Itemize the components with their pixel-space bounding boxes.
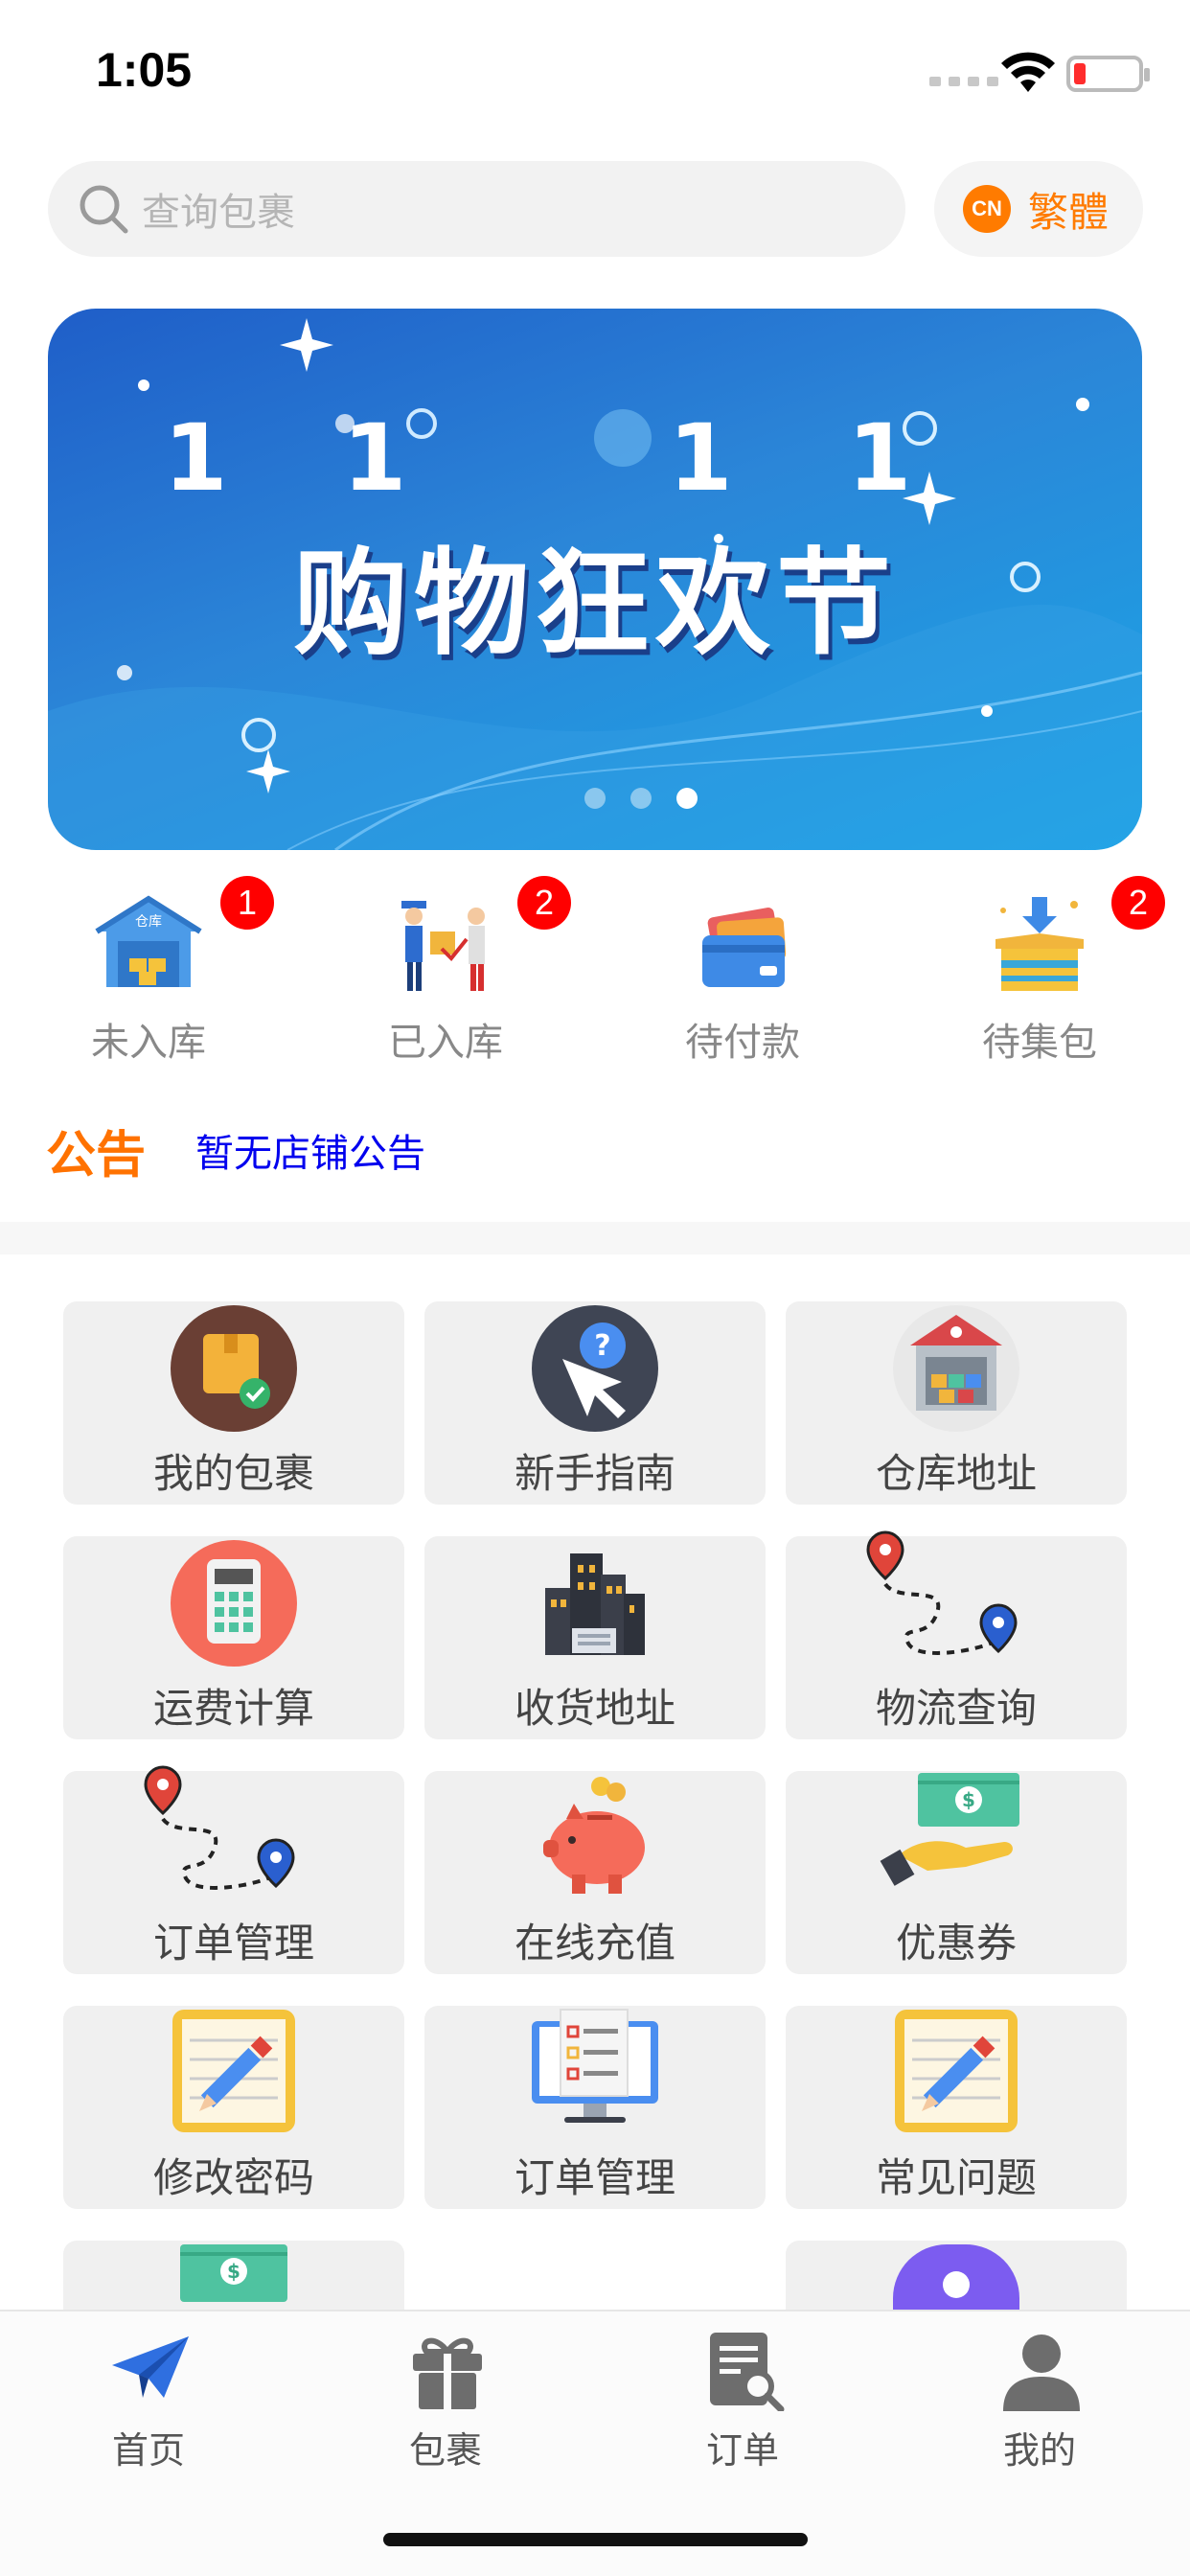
search-icon xyxy=(80,185,128,234)
grid-item-label: 优惠券 xyxy=(895,1920,1017,1966)
grid-item-beginner-guide[interactable]: ? 新手指南 xyxy=(424,1301,766,1505)
grid-item-label: 修改密码 xyxy=(152,2154,314,2201)
status-badge: 1 xyxy=(220,876,274,930)
search-placeholder: 查询包裹 xyxy=(142,191,295,235)
status-item-pending-payment[interactable]: 待付款 xyxy=(594,862,891,1083)
status-item-not-stored[interactable]: 仓库 1 未入库 xyxy=(0,862,297,1083)
grid-item-partial-purple[interactable] xyxy=(786,2241,1127,2310)
grid-item-label: 订单管理 xyxy=(152,1920,314,1966)
grid-item-label: 新手指南 xyxy=(514,1450,675,1497)
grid-item-logistics-tracking[interactable]: 物流查询 xyxy=(786,1530,1127,1739)
grid-item-online-recharge[interactable]: 在线充值 xyxy=(424,1771,766,1974)
notepad-pencil-icon xyxy=(172,2010,295,2132)
tab-orders[interactable]: 订单 xyxy=(594,2321,891,2484)
grid-item-shipping-address[interactable]: 收货地址 xyxy=(424,1536,766,1739)
grid-item-label: 在线充值 xyxy=(514,1920,675,1966)
banner-numbers: 11 11 xyxy=(163,404,1027,512)
piggy-bank-icon xyxy=(543,1777,645,1894)
home-indicator xyxy=(383,2533,808,2546)
svg-text:$: $ xyxy=(962,1788,975,1811)
language-label: 繁體 xyxy=(1028,188,1110,236)
grid-item-label: 常见问题 xyxy=(875,2154,1037,2201)
feature-grid: 我的包裹 ? 新手指南 仓库地址 运费计算 收货地址 物流查询 订单管理 在线充… xyxy=(63,1301,1127,2310)
city-building-icon xyxy=(545,1553,645,1655)
gift-icon xyxy=(413,2337,482,2409)
grid-item-warehouse-address[interactable]: 仓库地址 xyxy=(786,1301,1127,1505)
status-label: 未入库 xyxy=(91,1021,206,1065)
status-label: 已入库 xyxy=(388,1021,503,1065)
grid-item-order-management-2[interactable]: 订单管理 xyxy=(424,2006,766,2209)
grid-item-label: 仓库地址 xyxy=(875,1450,1037,1497)
status-item-stored[interactable]: 2 已入库 xyxy=(297,862,594,1083)
status-label: 待集包 xyxy=(982,1021,1097,1065)
svg-text:仓库: 仓库 xyxy=(135,914,162,930)
status-time: 1:05 xyxy=(96,43,193,97)
status-badge: 2 xyxy=(517,876,571,930)
parcel-check-icon xyxy=(171,1305,297,1432)
search-input[interactable]: 查询包裹 xyxy=(48,161,905,257)
section-divider xyxy=(0,1222,1190,1254)
banner-pagination xyxy=(584,788,698,809)
order-status-row: 仓库 1 未入库 2 已入库 待付款 2 待集包 xyxy=(0,862,1190,1083)
grid-item-label: 物流查询 xyxy=(875,1685,1037,1732)
grid-item-faq[interactable]: 常见问题 xyxy=(786,2006,1127,2209)
monitor-list-icon xyxy=(532,2009,658,2123)
language-switch-button[interactable]: CN 繁體 xyxy=(934,161,1143,257)
banner-dot[interactable] xyxy=(584,788,606,809)
status-item-pending-consolidation[interactable]: 2 待集包 xyxy=(891,862,1188,1083)
notice-text[interactable]: 暂无店铺公告 xyxy=(195,1122,425,1178)
card-wallet-icon xyxy=(702,908,787,987)
tab-label: 订单 xyxy=(705,2429,779,2472)
signal-icon xyxy=(929,77,998,86)
notice-bar[interactable]: 公告 暂无店铺公告 xyxy=(46,1116,425,1184)
battery-icon xyxy=(1066,56,1150,92)
document-search-icon xyxy=(710,2333,785,2411)
hand-cash-icon: $ xyxy=(880,1773,1019,1886)
calculator-icon xyxy=(171,1540,297,1667)
help-cursor-icon: ? xyxy=(532,1305,658,1432)
status-bar: 1:05 xyxy=(0,0,1190,144)
status-label: 待付款 xyxy=(685,1021,800,1065)
grid-item-order-management[interactable]: 订单管理 xyxy=(63,1765,404,1974)
wifi-icon xyxy=(1001,52,1055,92)
grid-item-change-password[interactable]: 修改密码 xyxy=(63,2006,404,2209)
svg-text:?: ? xyxy=(594,1329,610,1363)
warehouse-icon: 仓库 xyxy=(95,895,202,987)
grid-item-label: 订单管理 xyxy=(514,2154,675,2201)
status-badge: 2 xyxy=(1111,876,1165,930)
tab-home[interactable]: 首页 xyxy=(0,2321,297,2484)
money-bag-icon xyxy=(893,2244,1019,2310)
delivery-icon xyxy=(401,901,485,991)
cash-icon: $ xyxy=(180,2244,287,2302)
tab-parcels[interactable]: 包裹 xyxy=(297,2321,594,2484)
box-download-icon xyxy=(995,897,1084,991)
warehouse-building-icon xyxy=(893,1305,1019,1432)
notepad-pencil-icon xyxy=(895,2010,1018,2132)
banner-dot[interactable] xyxy=(630,788,652,809)
grid-item-coupons[interactable]: $ 优惠券 xyxy=(786,1771,1127,1974)
route-pins-icon xyxy=(866,1530,1018,1655)
user-icon xyxy=(1003,2334,1080,2411)
grid-item-my-parcels[interactable]: 我的包裹 xyxy=(63,1301,404,1505)
route-pins-icon xyxy=(144,1765,295,1890)
tab-label: 首页 xyxy=(111,2429,185,2472)
notice-title: 公告 xyxy=(46,1126,147,1184)
tab-label: 我的 xyxy=(1002,2429,1076,2472)
grid-item-shipping-calculator[interactable]: 运费计算 xyxy=(63,1536,404,1739)
tab-profile[interactable]: 我的 xyxy=(891,2321,1188,2484)
language-badge: CN xyxy=(963,185,1011,233)
grid-item-label: 运费计算 xyxy=(152,1685,314,1732)
promo-banner[interactable]: 11 11 购物狂欢节 xyxy=(48,309,1142,850)
grid-item-partial-cash[interactable]: $ xyxy=(63,2241,404,2310)
grid-item-label: 我的包裹 xyxy=(152,1450,314,1497)
paper-plane-icon xyxy=(112,2336,189,2398)
banner-dot-active[interactable] xyxy=(676,788,698,809)
banner-title: 购物狂欢节 xyxy=(293,538,897,671)
svg-text:$: $ xyxy=(227,2260,240,2283)
tab-label: 包裹 xyxy=(408,2429,482,2472)
grid-item-label: 收货地址 xyxy=(514,1685,675,1732)
